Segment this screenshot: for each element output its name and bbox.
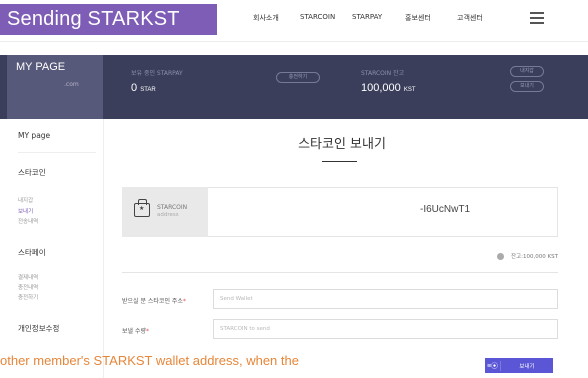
nav-support[interactable]: 고객센터: [457, 13, 483, 23]
sidebar-item-send[interactable]: 보내기: [18, 207, 33, 215]
address-label: STARCOIN: [157, 204, 188, 211]
charge-button[interactable]: 충전하기: [276, 72, 320, 83]
nav-company[interactable]: 회사소개: [253, 13, 279, 23]
header: Sending STARKST 회사소개 STARCOIN STARPAY 홍보…: [0, 0, 588, 42]
address-sublabel: address: [157, 212, 179, 218]
my-wallet-button[interactable]: 내지갑: [510, 66, 544, 77]
mypage-domain: .com: [64, 81, 79, 88]
recipient-address-label: 받으실 분 스타코인 주소*: [122, 298, 186, 305]
sidebar-heading-starpay[interactable]: 스타페이: [18, 247, 46, 258]
form-divider: [122, 272, 558, 273]
wallet-address-value: -I6UcNwT1: [420, 204, 471, 215]
sidebar-mypage[interactable]: MY page: [18, 131, 50, 140]
send-button[interactable]: ≡⦿ 보내기: [485, 358, 553, 373]
starpay-balance-value: 0 STAR: [131, 82, 156, 94]
amount-input[interactable]: [213, 319, 558, 339]
sidebar-item-charge-history[interactable]: 충전내역: [18, 283, 38, 291]
wallet-icon: [134, 199, 150, 217]
tutorial-caption: other member's STARKST wallet address, w…: [0, 353, 299, 368]
starcoin-balance-value: 100,000 KST: [361, 82, 416, 94]
balance-text: 잔고:100,000 KST: [511, 254, 558, 260]
nav-starpay[interactable]: STARPAY: [352, 13, 382, 21]
sidebar-item-profile[interactable]: 개인정보수정: [18, 323, 59, 334]
starpay-balance-label: 보유 중인 STARPAY: [131, 70, 183, 77]
page-title: 스타코인 보내기: [298, 137, 386, 152]
sidebar-item-wallet[interactable]: 내지갑: [18, 196, 33, 204]
sidebar: MY page 스타코인 내지갑 보내기 전송내역 스타페이 결제내역 충전내역…: [0, 119, 104, 378]
sidebar-item-payments[interactable]: 결제내역: [18, 273, 38, 281]
sidebar-item-transfer-history[interactable]: 전송내역: [18, 217, 38, 225]
amount-label: 보낼 수량*: [122, 328, 149, 335]
nav-starcoin[interactable]: STARCOIN: [300, 13, 335, 21]
tutorial-title: Sending STARKST: [0, 4, 217, 35]
mypage-title: MY PAGE: [16, 61, 66, 73]
hamburger-menu-icon[interactable]: [530, 12, 544, 24]
sidebar-item-charge[interactable]: 충전하기: [18, 293, 38, 301]
recipient-address-input[interactable]: [213, 289, 558, 309]
title-underline: [322, 161, 357, 162]
starcoin-balance-label: STARCOIN 잔고: [361, 70, 405, 77]
send-button-label: 보내기: [519, 363, 535, 370]
coin-icon: [497, 253, 504, 260]
send-icon: ≡⦿: [485, 360, 501, 371]
sidebar-heading-starcoin[interactable]: 스타코인: [18, 167, 46, 178]
sidebar-divider: [18, 152, 96, 153]
nav-promotion[interactable]: 홍보센터: [405, 13, 431, 23]
banner-send-button[interactable]: 보내기: [510, 81, 544, 92]
